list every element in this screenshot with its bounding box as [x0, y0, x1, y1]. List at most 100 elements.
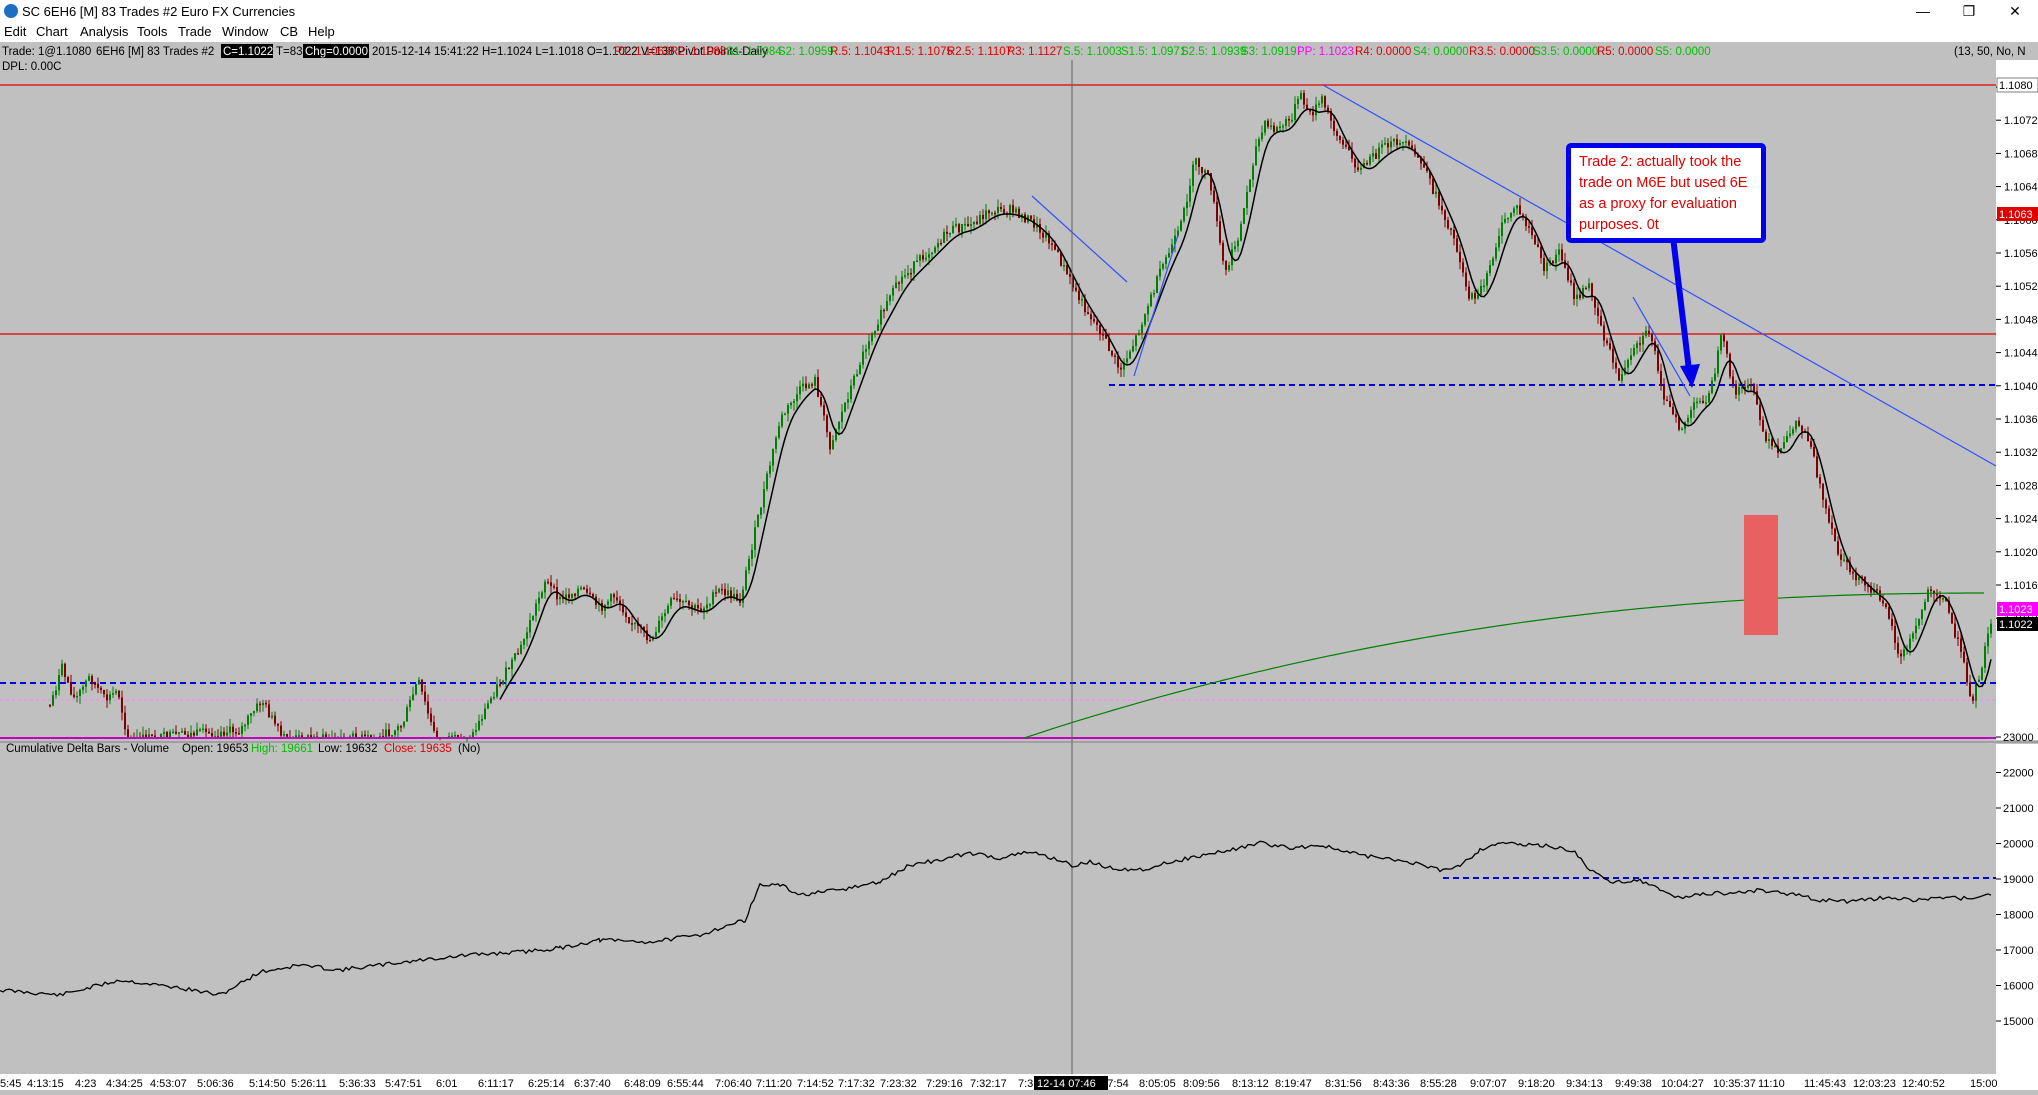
candle-body	[985, 210, 987, 219]
candle-body	[1969, 682, 1971, 696]
candle-body	[76, 696, 78, 698]
candle-body	[586, 589, 588, 593]
candle-body	[1465, 272, 1467, 286]
pivot-label: S4: 0.0000	[1413, 46, 1469, 58]
highlight-box	[1744, 515, 1778, 635]
candle-body	[1126, 358, 1128, 362]
candle-body	[727, 590, 729, 595]
menu-help[interactable]: Help	[308, 24, 335, 39]
time-tick-label: 7:23:32	[880, 1078, 917, 1090]
time-tick-label: 6:11:17	[478, 1078, 514, 1090]
candle-body	[1960, 638, 1962, 651]
price-tick-label: 1.1016	[2004, 580, 2038, 592]
candle-body	[670, 598, 672, 606]
candle-body	[517, 653, 519, 655]
candle-body	[1681, 429, 1683, 431]
candle-body	[529, 620, 531, 632]
candle-body	[283, 734, 285, 736]
candle-body	[1690, 410, 1692, 418]
candle-body	[367, 735, 369, 737]
candle-body	[142, 735, 144, 737]
menu-bar: Edit Chart Analysis Tools Trade Window C…	[0, 22, 2038, 42]
candle-body	[421, 680, 423, 692]
candle-body	[658, 621, 660, 633]
candle-body	[1342, 140, 1344, 145]
time-tick-label: 5:47:51	[385, 1078, 422, 1090]
candle-body	[1504, 219, 1506, 222]
candle-body	[310, 735, 312, 737]
candle-body	[1636, 343, 1638, 348]
candle-body	[829, 432, 831, 449]
delta-tail: (No)	[458, 743, 481, 755]
menu-window[interactable]: Window	[222, 24, 268, 39]
candle-body	[1462, 262, 1464, 272]
candle-body	[451, 736, 453, 737]
candle-body	[715, 592, 717, 594]
candle-body	[454, 735, 456, 737]
time-tick-label: 15:00	[1970, 1078, 1998, 1090]
candle-body	[535, 603, 537, 615]
candle-body	[430, 713, 432, 721]
candle-body	[1855, 573, 1857, 580]
candle-body	[58, 675, 60, 690]
candle-body	[385, 729, 387, 737]
candle-body	[694, 605, 696, 609]
candle-body	[1981, 668, 1983, 680]
candle-body	[955, 224, 957, 226]
candle-body	[364, 735, 366, 737]
menu-tools[interactable]: Tools	[137, 24, 167, 39]
candle-body	[1117, 356, 1119, 367]
candle-body	[223, 732, 225, 736]
delta-tick-label: 16000	[2003, 981, 2034, 993]
candle-body	[1954, 624, 1956, 638]
candle-body	[1312, 112, 1314, 116]
candle-body	[1345, 145, 1347, 147]
candle-body	[847, 399, 849, 402]
candle-body	[1759, 404, 1761, 419]
candle-body	[1735, 384, 1737, 395]
candle-body	[541, 592, 543, 597]
candle-body	[580, 588, 582, 590]
chart-area[interactable]: Trade: 1@1.1080 6EH6 [M] 83 Trades #2 C=…	[0, 42, 2038, 1090]
candle-body	[1381, 144, 1383, 147]
candle-body	[1798, 421, 1800, 426]
candle-body	[1087, 312, 1089, 314]
candle-body	[178, 732, 180, 734]
menu-cb[interactable]: CB	[280, 24, 298, 39]
menu-analysis[interactable]: Analysis	[80, 24, 128, 39]
time-tick-label: 8:13:12	[1232, 1078, 1269, 1090]
candle-body	[1498, 236, 1500, 247]
candle-body	[1909, 639, 1911, 649]
window-title: SC 6EH6 [M] 83 Trades #2 Euro FX Currenc…	[22, 4, 295, 19]
candle-body	[1069, 274, 1071, 277]
candle-body	[1243, 208, 1245, 224]
candle-body	[856, 374, 858, 376]
menu-chart[interactable]: Chart	[36, 24, 68, 39]
candle-body	[1198, 158, 1200, 167]
candle-body	[412, 694, 414, 700]
candle-body	[427, 701, 429, 713]
candle-body	[766, 474, 768, 489]
restore-button[interactable]: ❐	[1946, 0, 1992, 22]
candle-body	[79, 690, 81, 696]
candle-body	[265, 703, 267, 705]
candle-body	[1822, 484, 1824, 500]
candle-body	[1051, 243, 1053, 245]
candle-body	[295, 735, 297, 737]
candle-body	[805, 384, 807, 389]
candle-body	[205, 729, 207, 732]
candle-body	[979, 215, 981, 224]
candle-body	[379, 736, 381, 737]
candle-body	[196, 730, 198, 736]
menu-trade[interactable]: Trade	[178, 24, 211, 39]
candle-body	[1486, 273, 1488, 286]
candle-body	[481, 719, 483, 721]
minimize-button[interactable]: —	[1900, 0, 1946, 22]
candle-body	[817, 377, 819, 397]
close-button[interactable]: ✕	[1992, 0, 2038, 22]
menu-edit[interactable]: Edit	[4, 24, 26, 39]
candle-body	[1018, 209, 1020, 218]
candle-body	[532, 616, 534, 620]
candle-body	[1606, 340, 1608, 343]
candle-body	[997, 207, 999, 213]
